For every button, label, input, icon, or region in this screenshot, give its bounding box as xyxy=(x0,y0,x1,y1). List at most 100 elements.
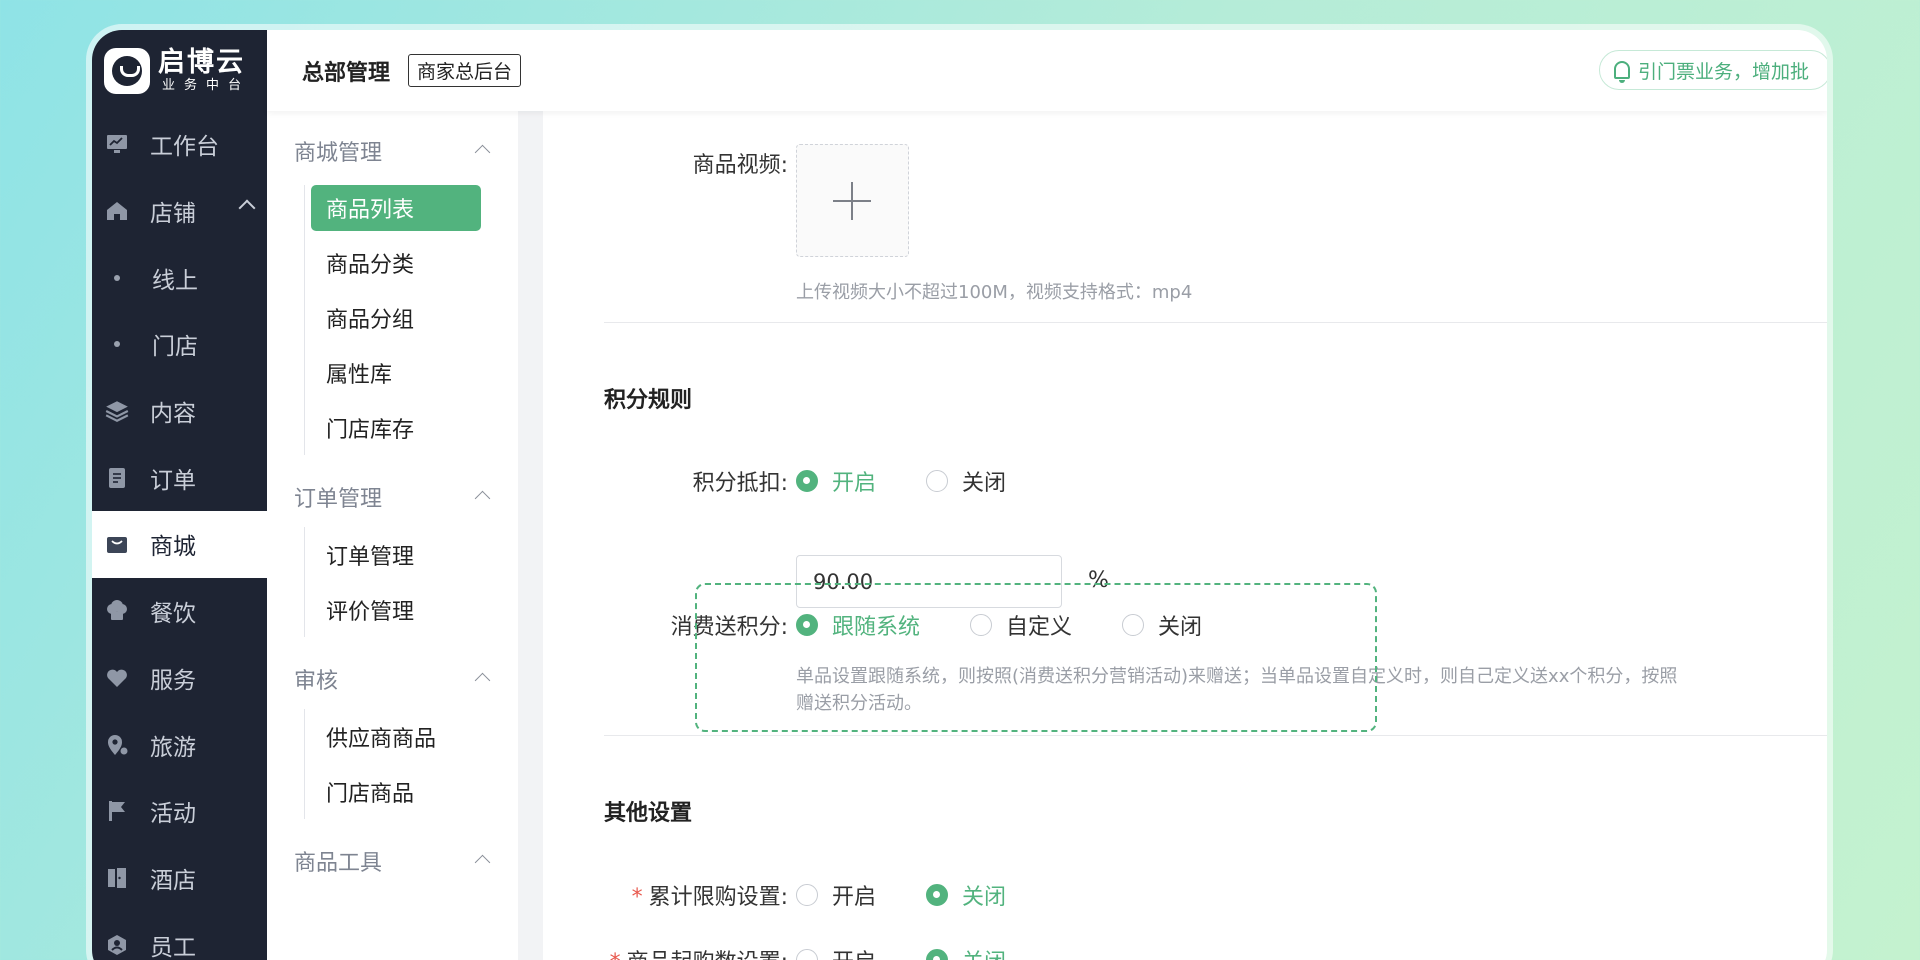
bell-icon xyxy=(1614,61,1630,83)
required-mark: * xyxy=(631,885,643,910)
min-purchase-label: * 商品起购数设置: xyxy=(598,944,788,960)
other-section-title: 其他设置 xyxy=(604,801,693,826)
chevron-up-icon[interactable] xyxy=(474,854,491,871)
bullet-icon xyxy=(114,341,120,348)
menu-item-store-products[interactable]: 门店商品 xyxy=(311,764,481,819)
chevron-up-icon[interactable] xyxy=(474,144,491,161)
radio-checked-icon xyxy=(926,884,949,906)
radio-checked-icon xyxy=(796,470,818,492)
gift-follow-system-radio[interactable]: 跟随系统 xyxy=(796,609,920,641)
sidebar-item-label: 门店 xyxy=(152,334,198,361)
deduct-radio-group: 开启 关闭 xyxy=(796,465,1056,497)
secondary-menu: 商城管理 商品列表 商品分类 商品分组 属性库 门店库存 订单管理 订单管理 评… xyxy=(267,111,518,960)
sidebar-item-activity[interactable]: 活动 xyxy=(92,778,267,845)
deduct-on-radio[interactable]: 开启 xyxy=(796,465,876,497)
door-icon xyxy=(104,865,130,891)
limit-on-radio[interactable]: 开启 xyxy=(796,879,876,911)
limit-off-radio[interactable]: 关闭 xyxy=(926,879,1006,911)
bullet-icon xyxy=(114,274,120,281)
menu-item-supplier-products[interactable]: 供应商商品 xyxy=(311,709,481,764)
chevron-up-icon[interactable] xyxy=(474,672,491,689)
sidebar-item-label: 内容 xyxy=(150,401,196,428)
menu-item-product-list[interactable]: 商品列表 xyxy=(311,185,481,231)
radio-label: 开启 xyxy=(832,885,877,910)
staff-icon xyxy=(104,932,130,958)
radio-label: 开启 xyxy=(832,944,876,960)
sidebar-item-service[interactable]: 服务 xyxy=(92,645,267,712)
sidebar-item-label: 员工 xyxy=(150,934,196,960)
sidebar-item-offline-store[interactable]: 门店 xyxy=(92,311,267,378)
menu-item-store-inventory[interactable]: 门店库存 xyxy=(311,400,481,455)
menu-item-product-category[interactable]: 商品分类 xyxy=(311,235,481,290)
video-label: 商品视频: xyxy=(692,153,788,178)
header-title: 总部管理 xyxy=(302,60,391,86)
sidebar-item-label: 餐饮 xyxy=(150,601,196,628)
sidebar-item-label: 店铺 xyxy=(150,201,196,228)
radio-label: 自定义 xyxy=(1006,615,1073,640)
radio-label: 关闭 xyxy=(962,471,1007,496)
video-upload-button[interactable] xyxy=(796,144,909,257)
chevron-up-icon[interactable] xyxy=(238,199,256,217)
sidebar-item-travel[interactable]: 旅游 xyxy=(92,711,267,778)
sidebar-item-mall[interactable]: 商城 xyxy=(92,511,267,578)
gift-custom-radio[interactable]: 自定义 xyxy=(970,609,1072,641)
logo-icon xyxy=(104,47,150,94)
radio-unchecked-icon xyxy=(796,884,818,906)
gift-off-radio[interactable]: 关闭 xyxy=(1122,609,1202,641)
home-icon xyxy=(104,198,130,224)
sidebar-item-catering[interactable]: 餐饮 xyxy=(92,578,267,645)
menu-group-orders[interactable]: 订单管理 xyxy=(267,467,518,527)
heart-icon xyxy=(104,665,130,691)
min-off-radio[interactable]: 关闭 xyxy=(926,944,1006,960)
menu-item-attribute-library[interactable]: 属性库 xyxy=(311,345,481,400)
deduct-percent-input[interactable]: 90.00 xyxy=(796,555,1062,608)
radio-label: 开启 xyxy=(832,471,877,496)
notice-bar[interactable]: 引门票业务，增加批 xyxy=(1599,50,1827,90)
sidebar-item-orders[interactable]: 订单 xyxy=(92,444,267,511)
sidebar-item-workbench[interactable]: 工作台 xyxy=(92,111,267,178)
radio-label: 跟随系统 xyxy=(832,615,921,640)
limit-radio-group: 开启 关闭 xyxy=(796,879,1056,911)
sidebar-item-staff[interactable]: 员工 xyxy=(92,911,267,960)
header-tag[interactable]: 商家总后台 xyxy=(408,54,522,87)
radio-unchecked-icon xyxy=(796,949,818,960)
layers-icon xyxy=(104,398,130,424)
sidebar-item-hotel[interactable]: 酒店 xyxy=(92,845,267,912)
menu-group-mall[interactable]: 商城管理 xyxy=(267,121,518,181)
menu-group-title: 订单管理 xyxy=(294,487,383,512)
sidebar-item-label: 工作台 xyxy=(150,134,219,161)
top-header: 总部管理 商家总后台 引门票业务，增加批 xyxy=(267,30,1827,111)
menu-group-review[interactable]: 审核 xyxy=(267,649,518,709)
menu-item-review-management[interactable]: 评价管理 xyxy=(311,582,481,637)
divider xyxy=(604,322,1827,323)
chef-hat-icon xyxy=(104,598,130,624)
limit-label: * 累计限购设置: xyxy=(628,879,788,911)
radio-checked-icon xyxy=(796,614,818,636)
menu-item-product-group[interactable]: 商品分组 xyxy=(311,290,481,345)
sidebar-item-label: 活动 xyxy=(150,801,196,828)
deduct-off-radio[interactable]: 关闭 xyxy=(926,465,1006,497)
chevron-up-icon[interactable] xyxy=(474,490,491,507)
sidebar-item-online[interactable]: 线上 xyxy=(92,244,267,311)
menu-item-order-management[interactable]: 订单管理 xyxy=(311,527,481,582)
flag-icon xyxy=(104,798,130,824)
logo: 启博云 业务中台 xyxy=(92,30,267,111)
limit-label-text: 累计限购设置: xyxy=(648,885,788,910)
video-hint: 上传视频大小不超过100M，视频支持格式：mp4 xyxy=(796,282,1193,303)
sidebar-item-content[interactable]: 内容 xyxy=(92,378,267,445)
menu-group-product-tools[interactable]: 商品工具 xyxy=(267,831,518,891)
logo-subtitle: 业务中台 xyxy=(162,77,251,93)
points-section-title: 积分规则 xyxy=(604,388,693,413)
deduct-label: 积分抵扣: xyxy=(692,471,788,496)
main-sidebar: 启博云 业务中台 工作台 店铺 线上 门店 内容 订单 商城 餐饮 服务 旅游 … xyxy=(92,30,267,960)
sidebar-item-label: 商城 xyxy=(150,534,196,561)
min-on-radio[interactable]: 开启 xyxy=(796,944,876,960)
radio-label: 关闭 xyxy=(962,885,1007,910)
gift-points-label: 消费送积分: xyxy=(670,615,788,640)
menu-group-title: 商品工具 xyxy=(294,851,383,876)
gift-hint-line-2: 赠送积分活动。 xyxy=(796,693,922,714)
gift-hint-line-1: 单品设置跟随系统，则按照(消费送积分营销活动)来赠送；当单品设置自定义时，则自己… xyxy=(796,666,1678,687)
gift-points-radio-group: 跟随系统 自定义 关闭 xyxy=(796,609,1252,641)
divider xyxy=(604,735,1827,736)
sidebar-item-store[interactable]: 店铺 xyxy=(92,178,267,245)
